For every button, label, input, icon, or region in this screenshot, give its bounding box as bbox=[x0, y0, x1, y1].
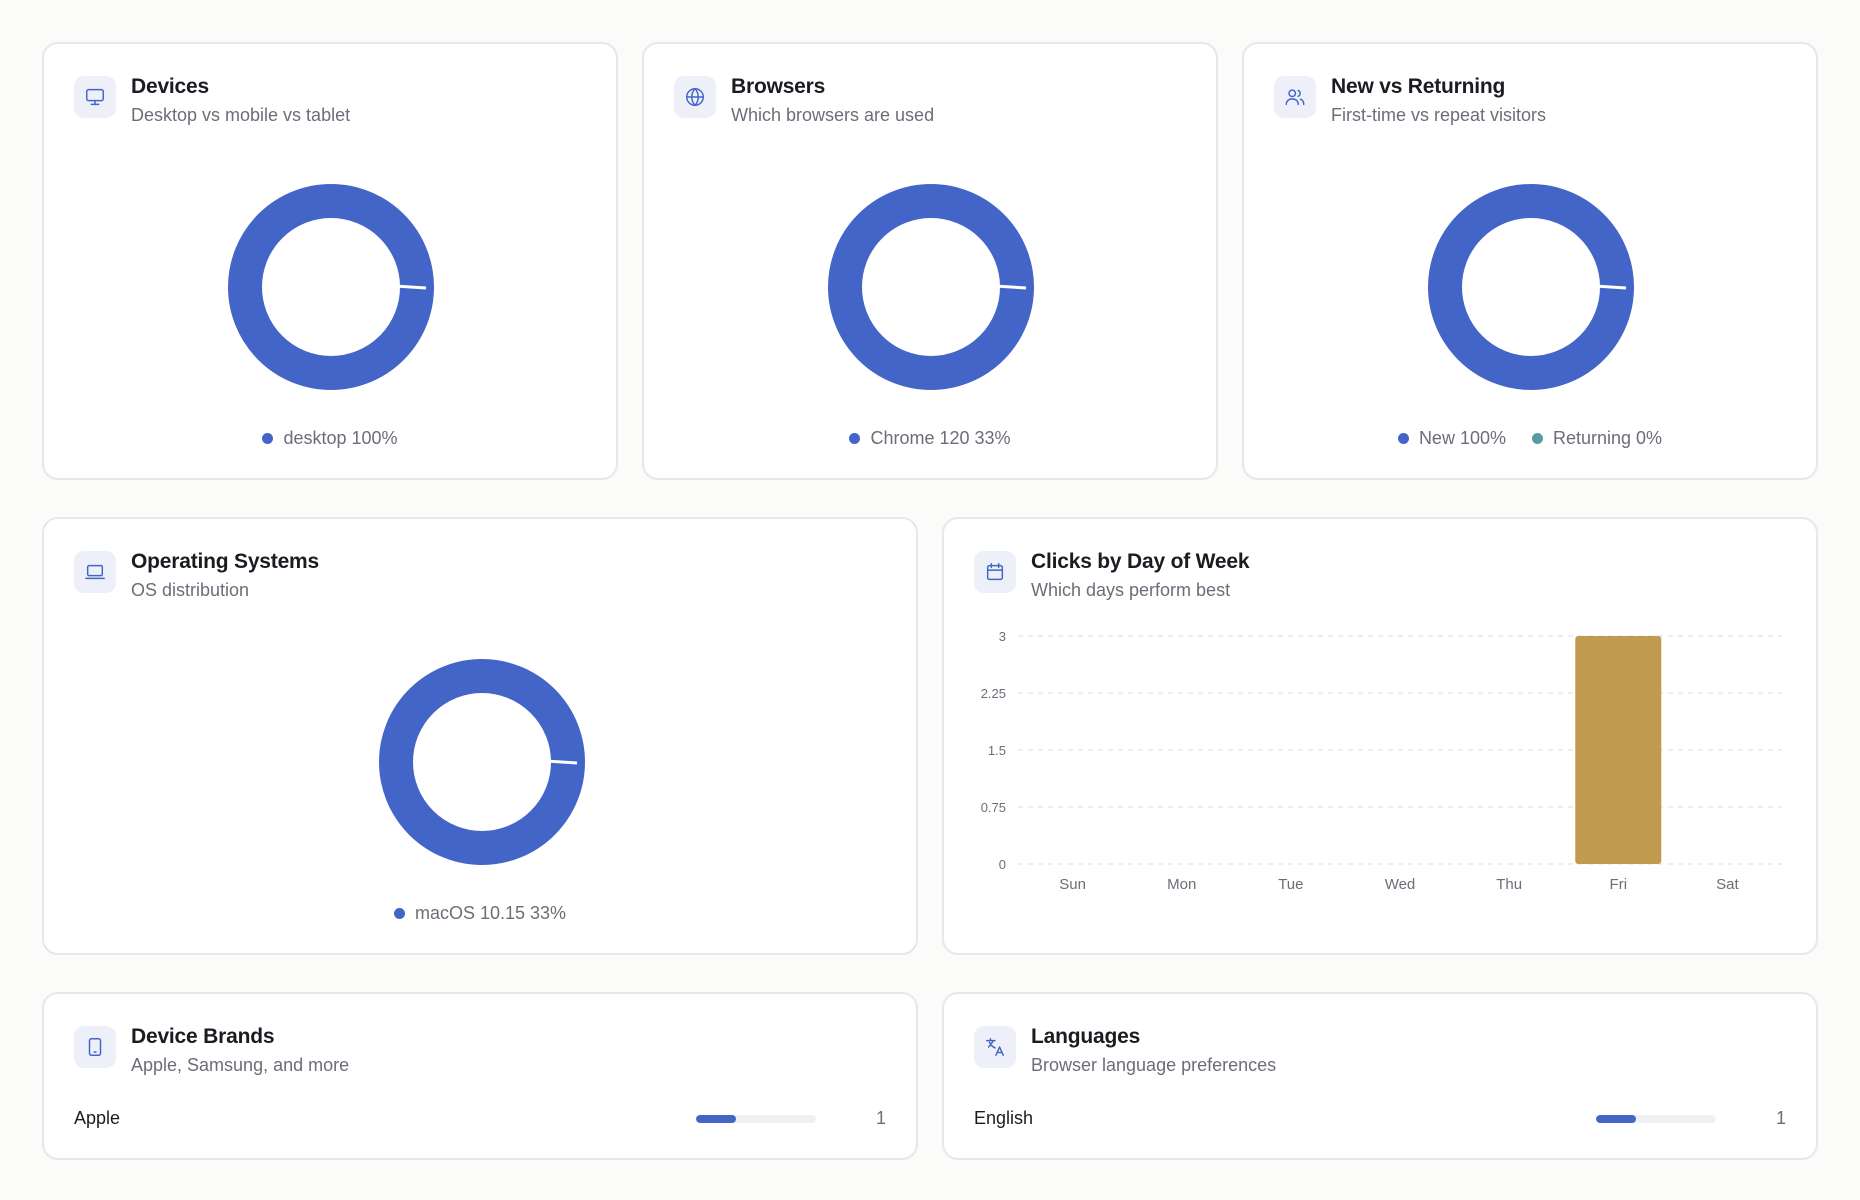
row-label: English bbox=[974, 1108, 1034, 1128]
legend-item: New 100% bbox=[1397, 428, 1506, 449]
legend-item: Returning 0% bbox=[1531, 428, 1663, 449]
operating-systems-card: Operating Systems OS distribution macOS … bbox=[42, 517, 918, 955]
browsers-legend: Chrome 120 33% bbox=[644, 428, 1216, 449]
x-tick-label: Fri bbox=[1610, 876, 1628, 893]
new-vs-returning-card: New vs Returning First-time vs repeat vi… bbox=[1242, 42, 1818, 480]
card-title: Operating Systems bbox=[131, 550, 319, 573]
devices-legend: desktop 100% bbox=[44, 428, 616, 449]
card-title: Languages bbox=[1031, 1025, 1141, 1048]
y-tick-label: 1.5 bbox=[988, 743, 1006, 758]
row-label: Apple bbox=[74, 1108, 121, 1128]
list-item[interactable]: English 1 bbox=[974, 1108, 1786, 1129]
clicks-by-day-card: Clicks by Day of Week Which days perform… bbox=[942, 517, 1818, 955]
card-subtitle: Desktop vs mobile vs tablet bbox=[131, 105, 351, 125]
donut-separator bbox=[994, 284, 1027, 290]
legend-dot bbox=[262, 433, 274, 444]
donut-separator bbox=[1594, 284, 1627, 290]
browsers-card: Browsers Which browsers are used Chrome … bbox=[642, 42, 1218, 480]
y-tick-label: 3 bbox=[999, 629, 1006, 644]
x-tick-label: Sat bbox=[1716, 876, 1739, 893]
x-tick-label: Wed bbox=[1385, 876, 1416, 893]
devices-card: Devices Desktop vs mobile vs tablet desk… bbox=[42, 42, 618, 480]
donut-slice-macos[interactable] bbox=[379, 659, 585, 865]
row-value: 1 bbox=[876, 1108, 887, 1128]
legend-label: New 100% bbox=[1418, 428, 1506, 448]
row-progress-fill bbox=[1596, 1114, 1636, 1123]
new-vs-returning-legend: New 100% Returning 0% bbox=[1244, 428, 1816, 449]
clicks-bar-chart: 0 0.75 1.5 2.25 3 Sun Mon Tue Wed Thu Fri Sat bbox=[981, 629, 1782, 893]
card-subtitle: Apple, Samsung, and more bbox=[131, 1055, 350, 1075]
legend-dot bbox=[1531, 433, 1543, 444]
card-subtitle: First-time vs repeat visitors bbox=[1331, 105, 1547, 125]
row-progress-bar bbox=[696, 1114, 816, 1123]
card-title: New vs Returning bbox=[1331, 75, 1506, 98]
legend-item: Chrome 120 33% bbox=[849, 428, 1011, 449]
new-vs-returning-donut-chart[interactable] bbox=[1426, 182, 1636, 392]
x-tick-label: Mon bbox=[1167, 876, 1196, 893]
legend-dot bbox=[1397, 433, 1409, 444]
legend-dot bbox=[393, 908, 405, 919]
legend-label: macOS 10.15 33% bbox=[414, 903, 567, 923]
operating-systems-donut-chart[interactable] bbox=[377, 657, 587, 867]
translate-icon bbox=[986, 1038, 1004, 1056]
card-title: Device Brands bbox=[131, 1025, 275, 1048]
donut-slice-new[interactable] bbox=[1428, 184, 1634, 390]
x-tick-label: Sun bbox=[1059, 876, 1086, 893]
monitor-icon bbox=[86, 88, 104, 106]
card-title: Browsers bbox=[731, 75, 826, 98]
y-tick-label: 2.25 bbox=[981, 686, 1006, 701]
row-value: 1 bbox=[1776, 1108, 1787, 1128]
row-progress-fill bbox=[696, 1114, 736, 1123]
x-tick-label: Tue bbox=[1278, 876, 1303, 893]
card-subtitle: OS distribution bbox=[131, 580, 250, 600]
donut-slice-desktop[interactable] bbox=[228, 184, 434, 390]
y-tick-label: 0 bbox=[999, 857, 1006, 872]
card-subtitle: Browser language preferences bbox=[1031, 1055, 1277, 1075]
y-tick-label: 0.75 bbox=[981, 800, 1006, 815]
browsers-donut-chart[interactable] bbox=[826, 182, 1036, 392]
bar-fri[interactable] bbox=[1575, 636, 1662, 864]
card-subtitle: Which browsers are used bbox=[731, 105, 935, 125]
card-title: Devices bbox=[131, 75, 209, 98]
users-icon bbox=[1285, 89, 1305, 106]
legend-label: Chrome 120 33% bbox=[870, 428, 1011, 448]
languages-card: Languages Browser language preferences E… bbox=[942, 992, 1818, 1160]
tablet-icon bbox=[88, 1038, 102, 1056]
legend-label: Returning 0% bbox=[1552, 428, 1663, 448]
legend-item: macOS 10.15 33% bbox=[393, 903, 567, 924]
globe-icon bbox=[686, 88, 704, 106]
row-progress-bar bbox=[1596, 1114, 1716, 1123]
operating-systems-legend: macOS 10.15 33% bbox=[44, 903, 916, 924]
donut-separator bbox=[394, 284, 427, 290]
legend-label: desktop 100% bbox=[283, 428, 398, 448]
device-brands-card: Device Brands Apple, Samsung, and more A… bbox=[42, 992, 918, 1160]
donut-separator bbox=[545, 759, 578, 765]
legend-dot bbox=[849, 433, 861, 444]
donut-slice-chrome[interactable] bbox=[828, 184, 1034, 390]
legend-item: desktop 100% bbox=[262, 428, 398, 449]
laptop-icon bbox=[85, 564, 105, 580]
devices-donut-chart[interactable] bbox=[226, 182, 436, 392]
list-item[interactable]: Apple 1 bbox=[74, 1108, 886, 1129]
x-tick-label: Thu bbox=[1496, 876, 1522, 893]
